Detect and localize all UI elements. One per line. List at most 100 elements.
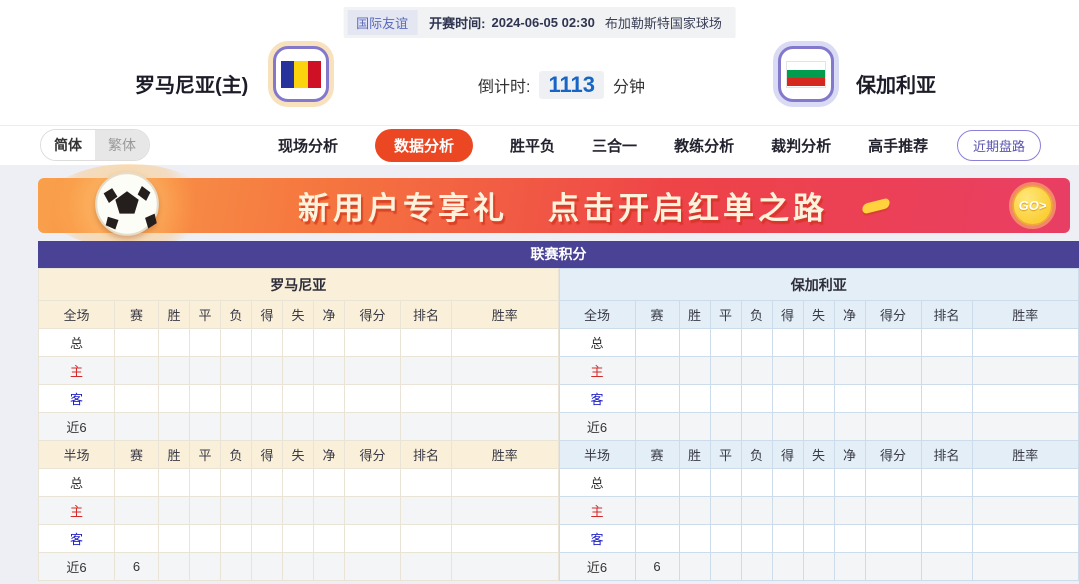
column-header: 排名 xyxy=(920,300,973,329)
stat-cell xyxy=(158,356,190,385)
stat-cell xyxy=(114,328,159,357)
column-header: 得 xyxy=(771,300,804,329)
stat-cell xyxy=(344,524,401,553)
row-label: 客 xyxy=(38,524,115,553)
stat-cell xyxy=(114,356,159,385)
stat-cell xyxy=(313,328,345,357)
stat-cell xyxy=(833,552,866,581)
stat-cell xyxy=(802,468,835,497)
nav-tab-1[interactable]: 数据分析 xyxy=(375,128,474,162)
home-stats-side: 罗马尼亚 全场赛胜平负得失净得分 排名 胜率总主客近6 半场赛胜平负得失净得分 排名 胜率总… xyxy=(38,268,559,581)
kickoff-time: 2024-06-05 02:30 xyxy=(491,15,595,30)
stat-cell xyxy=(634,496,680,525)
stat-cell xyxy=(634,328,680,357)
stat-cell xyxy=(313,496,345,525)
stat-cell xyxy=(114,384,159,413)
row-label: 近6 xyxy=(558,552,636,581)
stat-cell xyxy=(864,356,922,385)
go-button[interactable]: GO> xyxy=(1012,185,1053,226)
column-header: 半场 xyxy=(558,440,636,469)
stat-cell xyxy=(634,412,680,441)
stat-cell xyxy=(451,412,559,441)
stat-cell xyxy=(920,384,973,413)
stat-cell xyxy=(282,412,314,441)
league-points-table: 联赛积分 罗马尼亚 全场赛胜平负得失净得分 排名 胜率总主客近6 半场赛胜平负得失净得分… xyxy=(38,241,1079,581)
match-header: 罗马尼亚(主) 倒计时: 1113 分钟 保加利亚 xyxy=(0,38,1079,124)
row-label: 近6 xyxy=(558,412,636,441)
column-header: 半场 xyxy=(38,440,115,469)
column-header: 赛 xyxy=(114,440,159,469)
stat-cell xyxy=(833,384,866,413)
stat-cell xyxy=(251,468,283,497)
banner-text-1: 新用户专享礼 xyxy=(298,191,508,226)
stat-cell xyxy=(251,356,283,385)
stat-cell xyxy=(864,524,922,553)
column-header: 平 xyxy=(189,440,221,469)
stat-cell: 6 xyxy=(634,552,680,581)
stat-cell xyxy=(251,524,283,553)
nav-tab-0[interactable]: 现场分析 xyxy=(278,135,338,156)
stat-cell xyxy=(344,384,401,413)
row-label: 客 xyxy=(38,384,115,413)
countdown-unit: 分钟 xyxy=(612,79,645,96)
nav-tab-3[interactable]: 三合一 xyxy=(592,135,637,156)
lang-simplified[interactable]: 简体 xyxy=(41,130,95,160)
stat-cell xyxy=(771,496,804,525)
stat-cell xyxy=(189,328,221,357)
column-header: 胜率 xyxy=(971,440,1079,469)
row-label: 总 xyxy=(38,468,115,497)
stat-cell xyxy=(709,384,742,413)
stat-cell xyxy=(771,524,804,553)
confetti-icon xyxy=(862,197,890,214)
soccer-ball-icon xyxy=(95,172,159,236)
column-header: 赛 xyxy=(114,300,159,329)
stat-cell xyxy=(740,384,773,413)
promo-banner[interactable]: 新用户专享礼 点击开启红单之路 GO> xyxy=(38,164,1070,248)
stat-cell xyxy=(709,524,742,553)
nav-tab-2[interactable]: 胜平负 xyxy=(510,135,555,156)
stat-cell xyxy=(282,524,314,553)
stat-cell xyxy=(971,496,1079,525)
stat-cell xyxy=(678,328,711,357)
stat-cell xyxy=(220,496,252,525)
nav-tab-4[interactable]: 教练分析 xyxy=(674,135,734,156)
stat-cell xyxy=(771,384,804,413)
column-header: 得分 xyxy=(344,440,401,469)
countdown-label: 倒计时: xyxy=(478,79,531,96)
language-toggle[interactable]: 简体 繁体 xyxy=(40,129,150,161)
stat-cell xyxy=(189,356,221,385)
stat-cell xyxy=(678,356,711,385)
lang-traditional[interactable]: 繁体 xyxy=(95,130,149,160)
column-header: 胜率 xyxy=(451,300,559,329)
row-label: 主 xyxy=(558,356,636,385)
row-label: 主 xyxy=(38,496,115,525)
stat-cell xyxy=(313,552,345,581)
table-title: 联赛积分 xyxy=(38,241,1079,268)
table-row: 主 xyxy=(38,496,559,525)
stat-cell xyxy=(400,356,452,385)
stat-cell xyxy=(709,496,742,525)
stat-cell xyxy=(802,524,835,553)
column-header: 排名 xyxy=(400,440,452,469)
stat-cell xyxy=(158,524,190,553)
nav-tab-6[interactable]: 高手推荐 xyxy=(868,135,928,156)
row-label: 总 xyxy=(558,468,636,497)
stat-cell xyxy=(451,496,559,525)
stat-cell xyxy=(920,496,973,525)
column-header: 得 xyxy=(251,300,283,329)
table-row: 近6 6 xyxy=(38,552,559,581)
column-header: 负 xyxy=(740,300,773,329)
column-header: 胜 xyxy=(158,300,190,329)
nav-tab-5[interactable]: 裁判分析 xyxy=(771,135,831,156)
bulgaria-flag xyxy=(786,60,826,88)
column-header: 全场 xyxy=(38,300,115,329)
row-label: 总 xyxy=(38,328,115,357)
stat-cell xyxy=(920,468,973,497)
stat-cell xyxy=(634,468,680,497)
stat-cell xyxy=(971,384,1079,413)
column-header: 平 xyxy=(709,300,742,329)
recent-trend-button[interactable]: 近期盘路 xyxy=(956,129,1041,161)
stat-cell xyxy=(740,496,773,525)
stat-cell xyxy=(451,524,559,553)
column-header: 负 xyxy=(220,440,252,469)
